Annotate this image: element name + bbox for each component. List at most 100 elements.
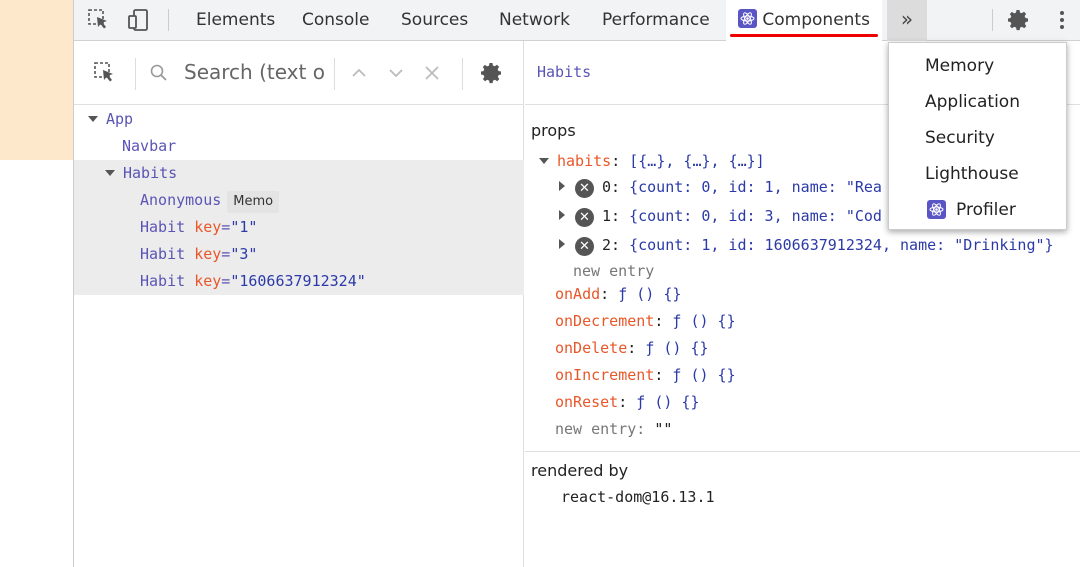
prop-value: ƒ () {} bbox=[645, 339, 709, 357]
tab-network[interactable]: Network bbox=[499, 0, 570, 41]
array-value[interactable]: {count: 0, id: 3, name: "Cod bbox=[629, 207, 882, 225]
key-equals: = bbox=[221, 272, 231, 290]
prop-name: onIncrement bbox=[555, 366, 655, 384]
page: Elements Console Sources Network Perform… bbox=[0, 0, 1080, 567]
device-toolbar-icon[interactable] bbox=[127, 8, 151, 32]
tab-components[interactable]: Components bbox=[726, 0, 882, 41]
menu-item-application[interactable]: Application bbox=[889, 84, 1068, 120]
menu-item-security[interactable]: Security bbox=[889, 120, 1068, 156]
tree-item-habit[interactable]: Habit key="3" bbox=[74, 241, 524, 268]
page-background-panel bbox=[0, 0, 73, 160]
key-label: key bbox=[194, 272, 222, 290]
search-divider bbox=[462, 58, 463, 90]
tab-sources[interactable]: Sources bbox=[401, 0, 468, 41]
tree-item-label: Anonymous bbox=[140, 191, 222, 209]
prop-colon: : bbox=[636, 420, 646, 438]
expand-triangle-icon[interactable] bbox=[559, 239, 565, 249]
tree-item-navbar[interactable]: Navbar bbox=[74, 133, 524, 160]
prop-value: ƒ () {} bbox=[672, 366, 736, 384]
tree-item-label: Habit bbox=[140, 245, 186, 263]
vertical-dots-icon[interactable] bbox=[1050, 8, 1074, 32]
array-value[interactable]: {count: 0, id: 1, name: "Rea bbox=[629, 178, 882, 196]
search-input[interactable]: Search (text or bbox=[184, 60, 324, 84]
tab-console[interactable]: Console bbox=[302, 0, 370, 41]
prop-value: ƒ () {} bbox=[618, 285, 682, 303]
key-label: key bbox=[194, 218, 222, 236]
react-logo-icon bbox=[927, 200, 946, 219]
key-equals: = bbox=[221, 245, 231, 263]
cursor-select-icon[interactable] bbox=[87, 8, 111, 32]
array-value[interactable]: {count: 1, id: 1606637912324, name: "Dri… bbox=[629, 236, 1053, 254]
delete-entry-icon[interactable]: ✕ bbox=[575, 237, 594, 256]
tree-item-label: Habit bbox=[140, 272, 186, 290]
devtools-tabbar: Elements Console Sources Network Perform… bbox=[74, 0, 1080, 41]
expand-triangle-icon[interactable] bbox=[559, 210, 565, 220]
gear-icon[interactable] bbox=[1007, 8, 1031, 32]
new-entry-value[interactable]: "" bbox=[654, 420, 672, 438]
tree-item-label: Navbar bbox=[122, 137, 177, 155]
props-title: props bbox=[531, 121, 576, 140]
key-label: key bbox=[194, 245, 222, 263]
expand-triangle-icon[interactable] bbox=[88, 116, 98, 122]
prop-name: onReset bbox=[555, 393, 619, 411]
prop-colon: : bbox=[654, 312, 664, 330]
menu-item-label: Profiler bbox=[956, 200, 1016, 220]
prop-name: habits bbox=[557, 152, 612, 170]
chevron-down-icon[interactable] bbox=[386, 63, 406, 83]
tree-item-label: App bbox=[106, 110, 134, 128]
prop-value: ƒ () {} bbox=[636, 393, 700, 411]
new-entry-input[interactable]: new entry bbox=[573, 262, 654, 280]
delete-entry-icon[interactable]: ✕ bbox=[575, 179, 594, 198]
tab-elements[interactable]: Elements bbox=[196, 0, 275, 41]
gear-icon[interactable] bbox=[480, 61, 504, 85]
toolbar-divider bbox=[992, 9, 993, 31]
rendered-by-title: rendered by bbox=[531, 461, 629, 480]
key-value: "1606637912324" bbox=[230, 272, 366, 290]
tree-item-anonymous[interactable]: Anonymous Memo bbox=[74, 187, 524, 214]
memo-badge: Memo bbox=[227, 191, 280, 213]
menu-item-memory[interactable]: Memory bbox=[889, 48, 1068, 84]
new-entry-label[interactable]: new entry bbox=[555, 420, 636, 438]
array-item-row[interactable]: ✕ 0: {count: 0, id: 1, name: "Rea bbox=[559, 178, 882, 198]
expand-triangle-icon[interactable] bbox=[539, 158, 549, 164]
prop-row-function[interactable]: onAdd: ƒ () {} bbox=[555, 285, 681, 303]
array-index: 2: bbox=[602, 236, 621, 254]
prop-row-function[interactable]: onIncrement: ƒ () {} bbox=[555, 366, 736, 384]
more-tabs-button[interactable]: » bbox=[887, 0, 927, 41]
prop-row-habits[interactable]: habits: [{…}, {…}, {…}] bbox=[539, 152, 765, 170]
selected-component-name: Habits bbox=[537, 63, 592, 81]
chevron-up-icon[interactable] bbox=[349, 63, 369, 83]
prop-colon: : bbox=[618, 393, 628, 411]
delete-entry-icon[interactable]: ✕ bbox=[575, 208, 594, 227]
tree-item-app[interactable]: App bbox=[74, 106, 524, 133]
close-icon[interactable] bbox=[422, 63, 442, 83]
section-divider bbox=[525, 451, 1080, 452]
prop-row-function[interactable]: onDecrement: ƒ () {} bbox=[555, 312, 736, 330]
search-divider bbox=[334, 58, 335, 90]
tree-item-habit[interactable]: Habit key="1606637912324" bbox=[74, 268, 524, 295]
array-item-row[interactable]: ✕ 1: {count: 0, id: 3, name: "Cod bbox=[559, 207, 882, 227]
expand-triangle-icon[interactable] bbox=[559, 181, 565, 191]
key-value: "1" bbox=[230, 218, 258, 236]
array-item-row[interactable]: ✕ 2: {count: 1, id: 1606637912324, name: … bbox=[559, 236, 1054, 256]
prop-row-function[interactable]: onDelete: ƒ () {} bbox=[555, 339, 709, 357]
component-tree-panel: Search (text or App Navbar Habits Anonym… bbox=[74, 41, 524, 567]
tree-item-habits[interactable]: Habits bbox=[74, 160, 524, 187]
prop-colon: : bbox=[627, 339, 637, 357]
menu-item-lighthouse[interactable]: Lighthouse bbox=[889, 156, 1068, 192]
tab-performance[interactable]: Performance bbox=[602, 0, 710, 41]
more-tabs-menu: Memory Application Security Lighthouse P… bbox=[888, 42, 1067, 230]
array-index: 1: bbox=[602, 207, 621, 225]
tree-item-label: Habit bbox=[140, 218, 186, 236]
cursor-select-icon[interactable] bbox=[93, 61, 117, 85]
prop-row-function[interactable]: onReset: ƒ () {} bbox=[555, 393, 700, 411]
key-value: "3" bbox=[230, 245, 258, 263]
tree-item-habit[interactable]: Habit key="1" bbox=[74, 214, 524, 241]
prop-value[interactable]: [{…}, {…}, {…}] bbox=[629, 152, 764, 170]
new-entry-row[interactable]: new entry: "" bbox=[555, 420, 672, 438]
renderer-version: react-dom@16.13.1 bbox=[561, 488, 715, 506]
menu-item-profiler[interactable]: Profiler bbox=[889, 192, 1068, 228]
expand-triangle-icon[interactable] bbox=[105, 170, 115, 176]
prop-colon: : bbox=[654, 366, 664, 384]
toolbar-divider bbox=[168, 9, 169, 31]
